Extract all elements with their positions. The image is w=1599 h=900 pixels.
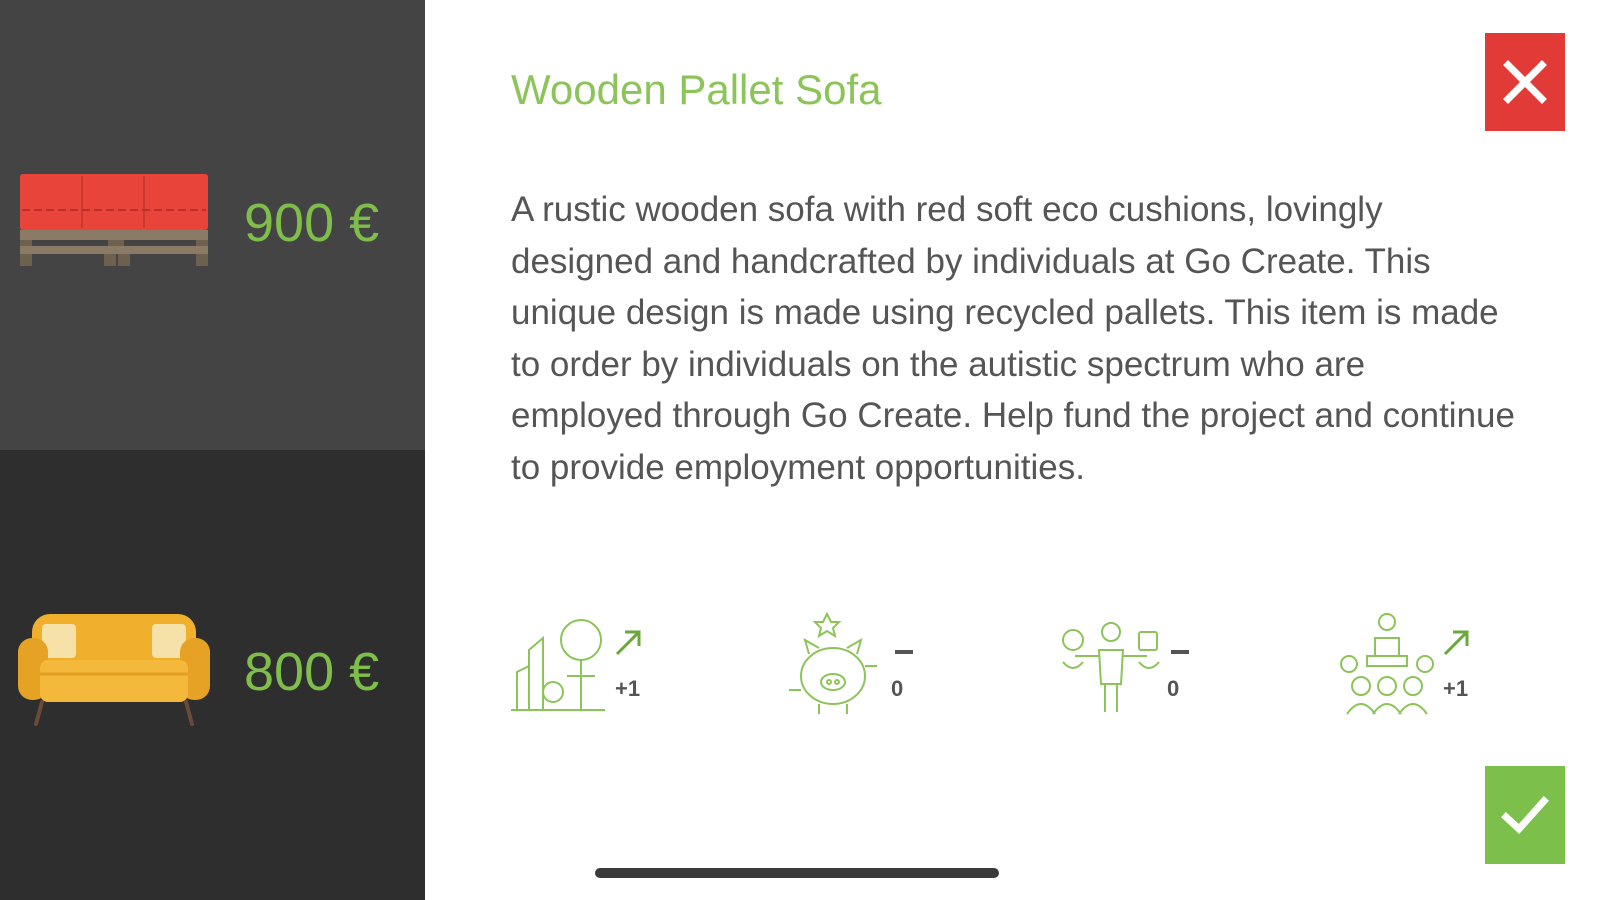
balance-person-icon <box>1062 622 1160 712</box>
home-indicator[interactable] <box>595 868 999 878</box>
product-description: A rustic wooden sofa with red soft eco c… <box>511 190 1515 487</box>
impact-value: +1 <box>615 676 641 701</box>
piggy-bank-icon <box>789 611 877 714</box>
trend-up-icon <box>615 630 641 656</box>
impact-balance: 0 <box>1061 610 1221 720</box>
product-sidebar: 900 € 800 € <box>0 0 425 900</box>
pallet-sofa-icon <box>20 174 208 266</box>
impact-savings: 0 <box>785 610 945 720</box>
trend-flat-icon <box>1171 650 1189 654</box>
product-detail-panel: Wooden Pallet Sofa A rustic wooden sofa … <box>425 0 1599 900</box>
trend-flat-icon <box>895 650 913 654</box>
impact-value: +1 <box>1443 676 1469 701</box>
impact-environment: +1 <box>509 610 669 720</box>
product-title: Wooden Pallet Sofa <box>511 66 882 113</box>
yellow-sofa-icon <box>18 614 210 726</box>
impact-value: 0 <box>1167 676 1180 701</box>
trend-up-icon <box>1443 630 1469 656</box>
impact-community: +1 <box>1337 610 1497 720</box>
product-price: 800 € <box>244 642 380 702</box>
product-price: 900 € <box>244 193 380 253</box>
product-option-pallet-sofa[interactable]: 900 € <box>0 0 425 450</box>
checkmark-icon <box>1501 796 1549 834</box>
impact-value: 0 <box>891 676 904 701</box>
product-option-yellow-sofa[interactable]: 800 € <box>0 450 425 900</box>
confirm-button[interactable] <box>1485 766 1565 864</box>
community-icon <box>1340 613 1434 715</box>
close-icon <box>1503 60 1547 104</box>
close-button[interactable] <box>1485 33 1565 131</box>
environment-icon <box>511 619 605 711</box>
